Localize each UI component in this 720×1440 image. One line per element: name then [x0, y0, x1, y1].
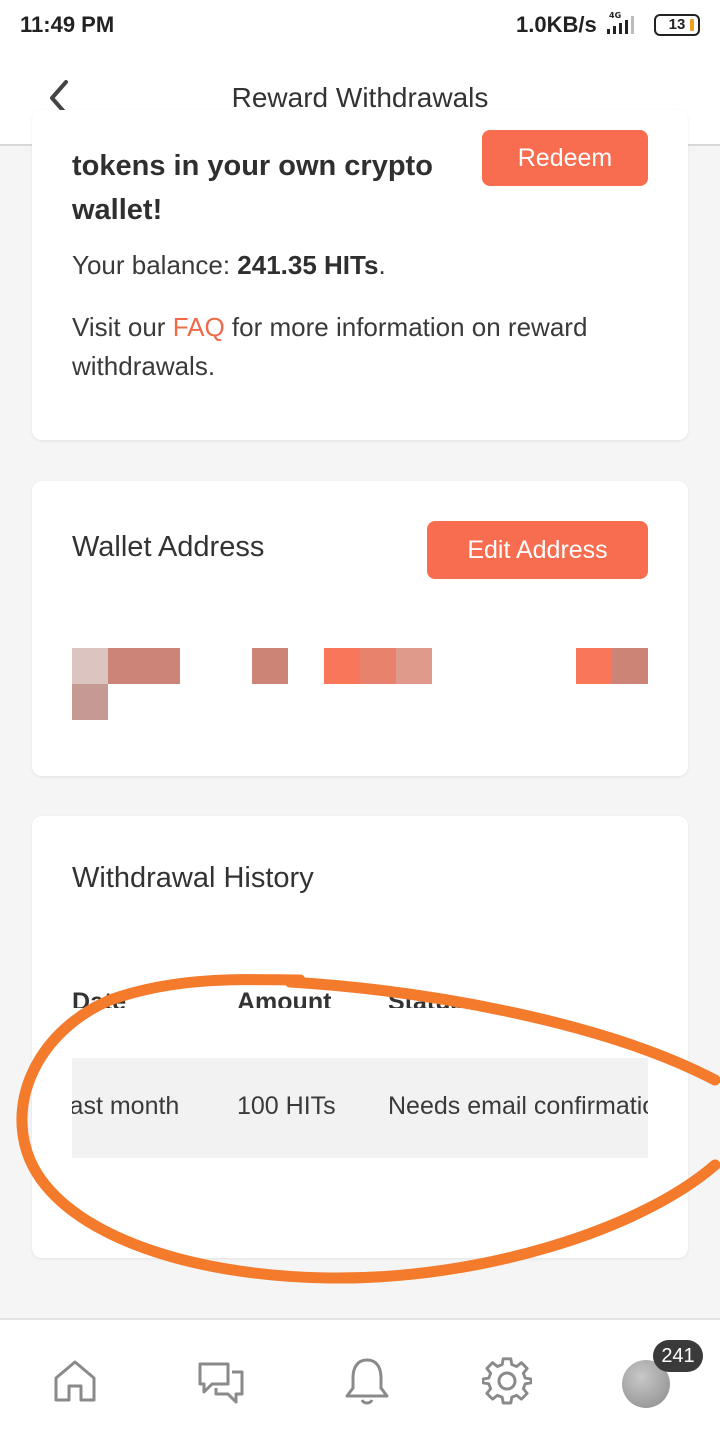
- column-header-status: Status: [388, 988, 465, 1008]
- redaction-block: [324, 648, 360, 684]
- row-status: Needs email confirmation: [388, 1092, 648, 1120]
- redaction-block: [252, 648, 288, 684]
- home-icon[interactable]: [50, 1356, 100, 1406]
- redaction-block: [108, 648, 180, 684]
- bottom-nav: 241: [0, 1318, 720, 1440]
- faq-link[interactable]: FAQ: [173, 312, 225, 342]
- redeem-button[interactable]: Redeem: [482, 130, 648, 186]
- history-title: Withdrawal History: [72, 862, 314, 894]
- column-header-amount: Amount: [237, 988, 332, 1008]
- balance-text: Your balance: 241.35 HITs.: [72, 250, 386, 281]
- redeem-card: tokens in your own crypto wallet! Redeem…: [32, 110, 688, 440]
- table-row[interactable]: last month 100 HITs Needs email confirma…: [72, 1058, 648, 1158]
- bell-icon[interactable]: [342, 1356, 392, 1406]
- redaction-block: [576, 648, 612, 684]
- redeem-headline: tokens in your own crypto wallet!: [72, 150, 433, 226]
- faq-text: Visit our FAQ for more information on re…: [72, 308, 652, 386]
- history-card: Withdrawal History Date Amount Status la…: [32, 816, 688, 1258]
- redaction-block: [360, 648, 396, 684]
- redaction-block: [72, 648, 108, 684]
- chat-icon[interactable]: [196, 1356, 246, 1406]
- row-amount: 100 HITs: [237, 1092, 336, 1120]
- gear-icon[interactable]: [482, 1356, 532, 1406]
- balance-suffix: .: [378, 250, 386, 280]
- edit-address-button[interactable]: Edit Address: [427, 521, 648, 579]
- column-header-date: Date: [72, 988, 127, 1008]
- wallet-title: Wallet Address: [72, 531, 265, 563]
- redaction-block: [396, 648, 432, 684]
- balance-prefix: Your balance:: [72, 250, 238, 280]
- balance-value: 241.35 HITs: [237, 250, 379, 280]
- status-bar: 11:49 PM 1.0KB/s 4G 13: [0, 0, 720, 50]
- notification-badge: 241: [653, 1340, 703, 1372]
- status-time: 11:49 PM: [20, 12, 115, 37]
- faq-prefix: Visit our: [72, 312, 173, 342]
- battery-level: 13: [668, 16, 686, 33]
- wallet-address-redacted: [72, 648, 648, 720]
- wallet-card: Wallet Address Edit Address: [32, 481, 688, 776]
- battery-icon: 13: [654, 14, 700, 36]
- signal-icon: 4G: [607, 11, 634, 34]
- network-speed: 1.0KB/s: [516, 12, 597, 37]
- redaction-block: [612, 648, 648, 684]
- row-date: last month: [72, 1092, 180, 1120]
- redaction-block: [72, 684, 108, 720]
- network-type: 4G: [609, 11, 621, 20]
